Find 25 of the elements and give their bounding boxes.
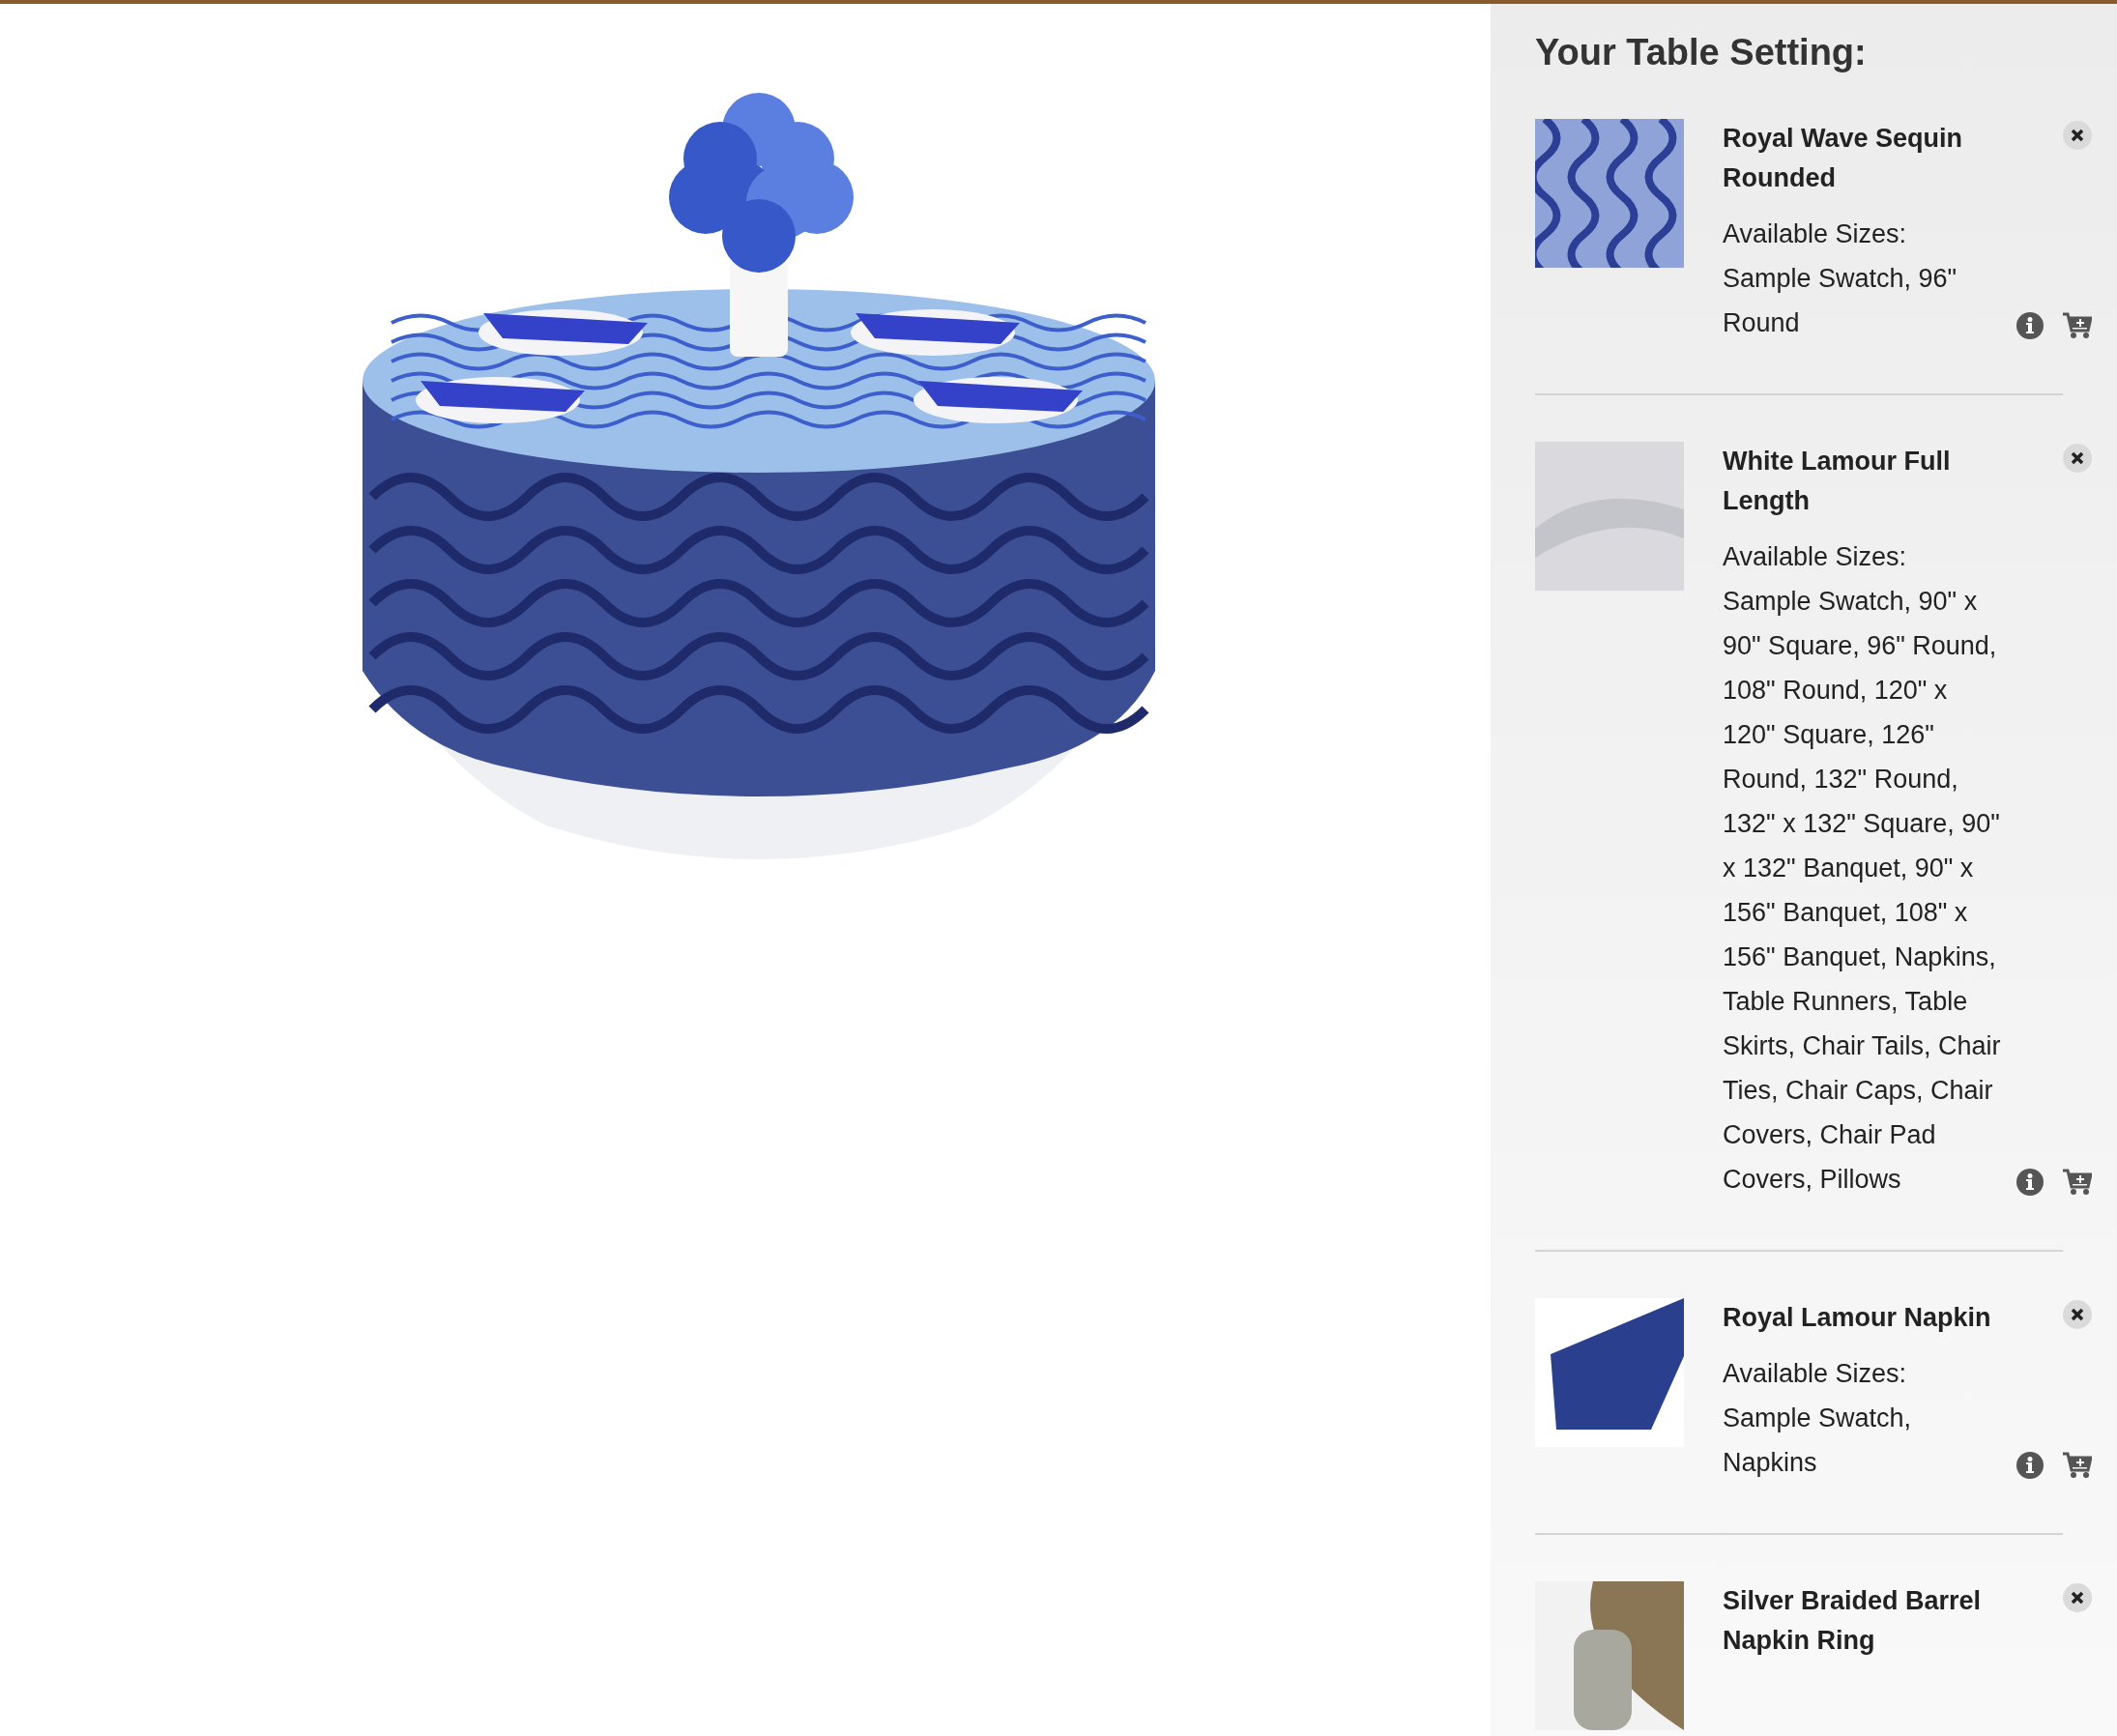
product-name: Royal Wave Sequin Rounded xyxy=(1723,123,1964,194)
product-name: Royal Lamour Napkin xyxy=(1723,1302,1992,1334)
info-icon[interactable] xyxy=(2016,312,2044,339)
sizes-label: Available Sizes: xyxy=(1723,1358,1908,1390)
close-icon xyxy=(2071,1591,2084,1605)
sidebar-title: Your Table Setting: xyxy=(1535,31,1868,74)
info-icon[interactable] xyxy=(2016,1452,2044,1479)
info-icon[interactable] xyxy=(2016,1169,2044,1196)
sizes-list: Sample Swatch, 96" Round xyxy=(1723,256,2007,345)
sizes-label: Available Sizes: xyxy=(1723,541,1908,573)
close-button[interactable] xyxy=(2063,121,2092,150)
add-to-cart-icon[interactable] xyxy=(2063,1169,2092,1196)
close-icon xyxy=(2071,1308,2084,1321)
sizes-list: Sample Swatch, 90" x 90" Square, 96" Round, 108" Round, 120" x 120" Square, 126" Round, 132" Round, 132" x 132" Square, 90" x 132" Banquet, 90" x 156" Banquet, 108" x 156" Banquet, Napkins, Table Runners, Table Skirts, Chair Tails, Chair Ties, Chair Caps, Chair Covers, Chair Pad Covers, Pillows xyxy=(1723,579,2007,1201)
product-name: Silver Braided Barrel Napkin Ring xyxy=(1723,1585,1983,1657)
add-to-cart-icon[interactable] xyxy=(2063,1452,2092,1479)
close-button[interactable] xyxy=(2063,444,2092,473)
close-button[interactable] xyxy=(2063,1300,2092,1329)
close-button[interactable] xyxy=(2063,1583,2092,1612)
close-icon xyxy=(2071,451,2084,465)
add-to-cart-icon[interactable] xyxy=(2063,312,2092,339)
sizes-label: Available Sizes: xyxy=(1723,218,1908,250)
sizes-list: Sample Swatch, Napkins xyxy=(1723,1396,2007,1485)
close-icon xyxy=(2071,129,2084,142)
product-name: White Lamour Full Length xyxy=(1723,446,1952,517)
